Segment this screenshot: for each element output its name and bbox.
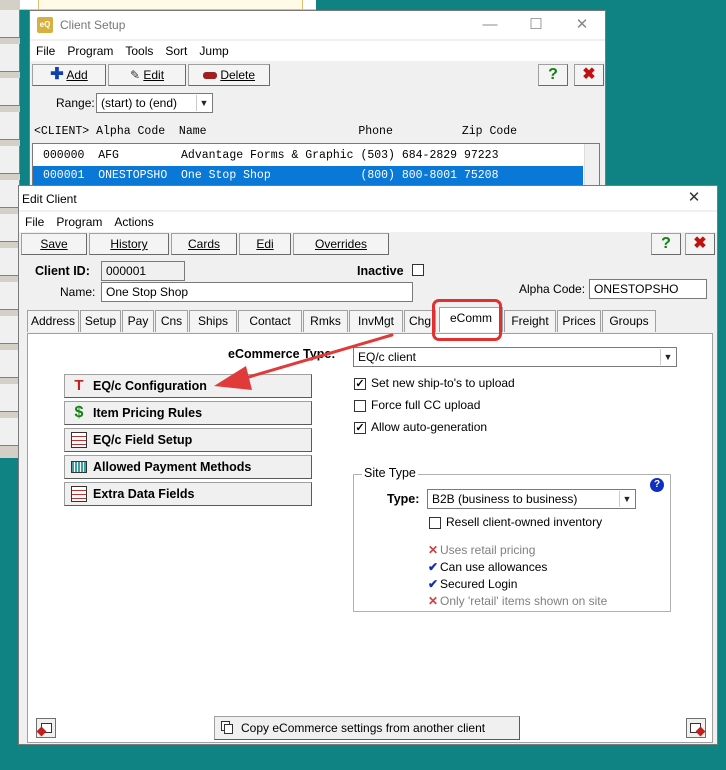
annotation-arrow xyxy=(214,333,394,390)
